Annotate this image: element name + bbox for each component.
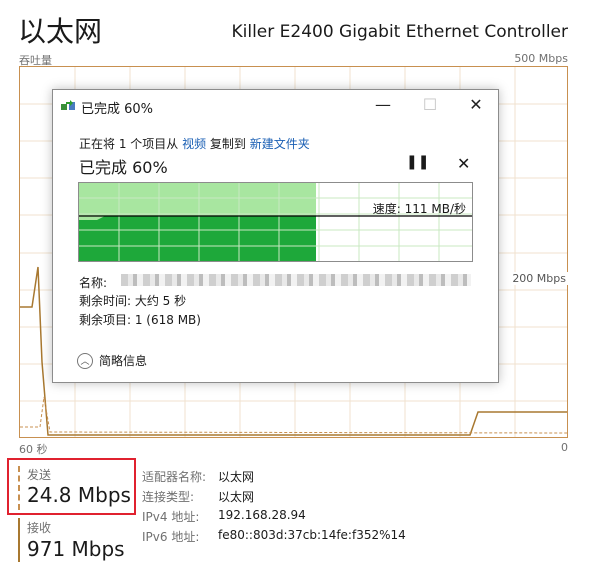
adapter-name-key: 适配器名称: (142, 470, 207, 484)
dialog-title: 已完成 60% (81, 102, 154, 117)
ipv4-key: IPv4 地址: (142, 510, 200, 524)
speed-graph-svg (79, 183, 472, 261)
adapter-name: Killer E2400 Gigabit Ethernet Controller (231, 22, 568, 42)
speed-area (79, 216, 316, 261)
copy-transfer-icon (61, 100, 75, 110)
send-label: 发送 (27, 468, 52, 482)
receive-label: 接收 (27, 521, 52, 535)
receive-value: 971 Mbps (27, 537, 125, 561)
mid-scale-label: 200 Mbps (510, 272, 568, 285)
copy-dialog: 已完成 60% — ☐ ✕ 正在将 1 个项目从 视频 复制到 新建文件夹 已完… (52, 89, 499, 383)
remaining-items: 剩余项目: 1 (618 MB) (79, 313, 201, 327)
pause-button[interactable]: ❚❚ (406, 154, 429, 170)
adapter-name-value: 以太网 (218, 470, 255, 484)
speed-graph: 速度: 111 MB/秒 (78, 182, 473, 262)
percent-complete: 已完成 60% (79, 158, 168, 177)
source-link[interactable]: 视频 (182, 137, 206, 151)
ipv6-key: IPv6 地址: (142, 530, 200, 544)
copy-description: 正在将 1 个项目从 视频 复制到 新建文件夹 (79, 135, 310, 152)
ipv4-value: 192.168.28.94 (218, 508, 306, 522)
close-button[interactable]: ✕ (461, 94, 491, 116)
throughput-max-label: 500 Mbps (514, 52, 568, 65)
connection-type-value: 以太网 (218, 490, 255, 504)
receive-indicator-bar (18, 518, 20, 562)
ipv6-value: fe80::803d:37cb:14fe:f352%14 (218, 528, 406, 542)
cancel-button[interactable]: ✕ (457, 154, 470, 173)
copy-middle: 复制到 (206, 137, 250, 151)
speed-readout: 速度: 111 MB/秒 (372, 202, 466, 216)
time-right-label: 0 (561, 441, 568, 454)
send-series-line (20, 396, 567, 434)
destination-link[interactable]: 新建文件夹 (250, 137, 310, 151)
remaining-time: 剩余时间: 大约 5 秒 (79, 294, 187, 308)
file-name-redacted (121, 274, 471, 286)
file-name-label: 名称: (79, 276, 108, 290)
details-toggle-label: 简略信息 (99, 354, 148, 368)
time-left-label: 60 秒 (19, 443, 48, 456)
details-toggle[interactable]: ︿ 简略信息 (77, 352, 147, 369)
chevron-up-icon: ︿ (77, 352, 93, 369)
maximize-button: ☐ (422, 95, 438, 114)
minimize-button[interactable]: — (368, 94, 398, 116)
send-value: 24.8 Mbps (27, 483, 131, 507)
send-indicator-bar (18, 466, 20, 510)
connection-type-key: 连接类型: (142, 490, 195, 504)
page-title: 以太网 (18, 15, 103, 48)
copy-prefix: 正在将 1 个项目从 (79, 137, 183, 151)
